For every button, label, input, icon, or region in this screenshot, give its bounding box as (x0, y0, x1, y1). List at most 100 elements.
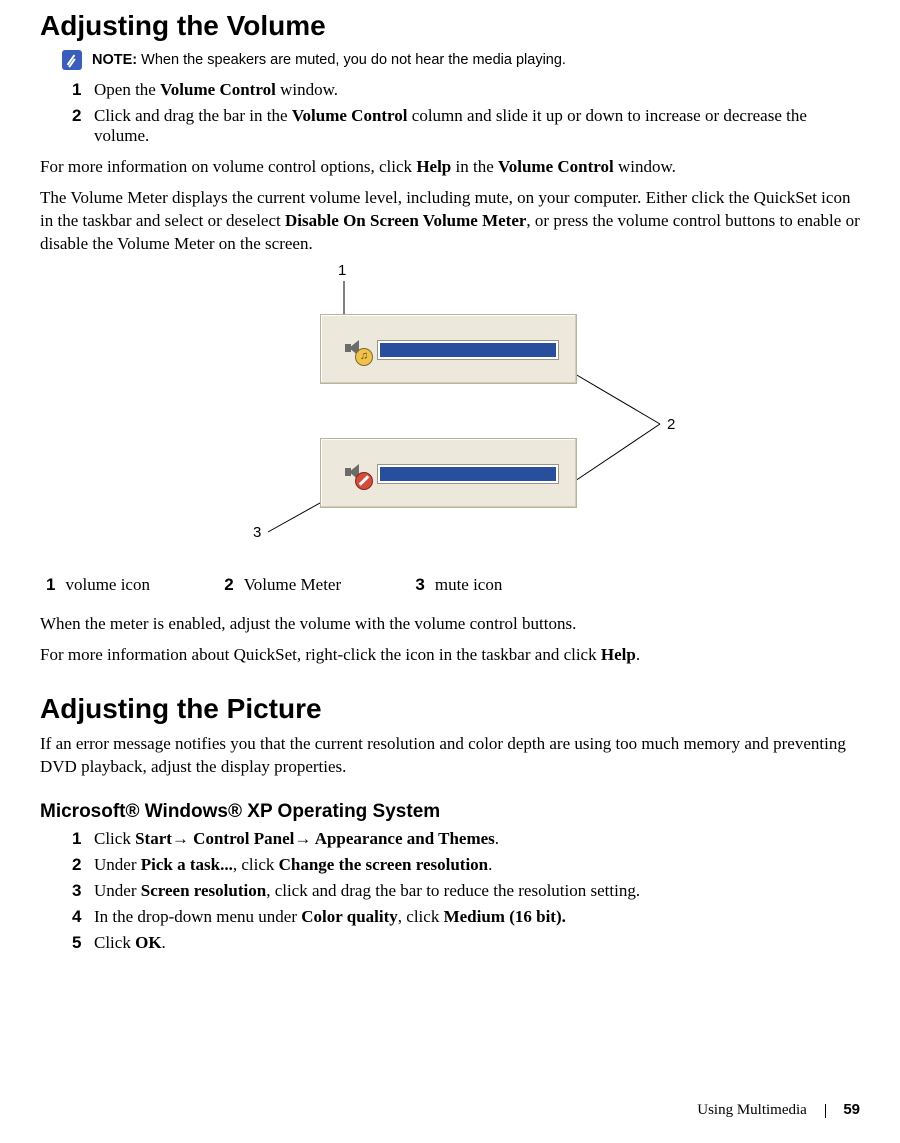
text: Under (94, 855, 141, 874)
arrow-icon: → (172, 829, 189, 848)
step-body: Open the Volume Control window. (94, 80, 860, 100)
step-2: 2 Click and drag the bar in the Volume C… (72, 106, 860, 146)
legend-text: Volume Meter (244, 575, 341, 594)
bold-text: Volume Control (160, 80, 276, 99)
bold-text: Color quality (301, 907, 398, 926)
text: , click (398, 907, 444, 926)
text: window. (614, 157, 676, 176)
bold-text: OK (135, 933, 161, 952)
note-row: NOTE: When the speakers are muted, you d… (62, 50, 860, 70)
legend-number: 2 (224, 575, 233, 594)
paragraph: When the meter is enabled, adjust the vo… (40, 613, 860, 636)
steps-volume: 1 Open the Volume Control window. 2 Clic… (72, 80, 860, 146)
step-number: 5 (72, 933, 94, 953)
heading-windows-xp: Microsoft® Windows® XP Operating System (40, 801, 860, 823)
bold-text: Volume Control (292, 106, 408, 125)
paragraph: If an error message notifies you that th… (40, 733, 860, 779)
callout-1: 1 (338, 262, 346, 279)
figure-legend: 1 volume icon 2 Volume Meter 3 mute icon (46, 575, 860, 595)
text: . (488, 855, 492, 874)
bold-text: Start (135, 829, 172, 848)
volume-icon: ♫ (343, 334, 373, 364)
paragraph: The Volume Meter displays the current vo… (40, 187, 860, 256)
paragraph: For more information about QuickSet, rig… (40, 644, 860, 667)
mute-icon (355, 472, 373, 490)
note-prefix: NOTE: (92, 52, 137, 68)
text: In the drop-down menu under (94, 907, 301, 926)
volume-meter-track (377, 340, 559, 360)
text: . (162, 933, 166, 952)
step-number: 1 (72, 829, 94, 849)
bold-text: Screen resolution (141, 881, 266, 900)
text: in the (451, 157, 498, 176)
text: Under (94, 881, 141, 900)
step-number: 2 (72, 855, 94, 875)
music-note-icon: ♫ (355, 348, 373, 366)
text: . (495, 829, 499, 848)
callout-2: 2 (667, 416, 675, 433)
step-body: Click and drag the bar in the Volume Con… (94, 106, 860, 146)
text: window. (276, 80, 338, 99)
step-body: Under Pick a task..., click Change the s… (94, 855, 860, 875)
step-3: 3 Under Screen resolution, click and dra… (72, 881, 860, 901)
text: For more information about QuickSet, rig… (40, 645, 601, 664)
note-icon-wrap (62, 50, 82, 70)
legend-item-2: 2 Volume Meter (224, 575, 341, 595)
paragraph: For more information on volume control o… (40, 156, 860, 179)
legend-number: 3 (415, 575, 424, 594)
step-number: 3 (72, 881, 94, 901)
legend-item-1: 1 volume icon (46, 575, 150, 595)
step-body: In the drop-down menu under Color qualit… (94, 907, 860, 927)
text: Click (94, 829, 135, 848)
legend-number: 1 (46, 575, 55, 594)
step-body: Click Start→ Control Panel→ Appearance a… (94, 829, 860, 849)
legend-item-3: 3 mute icon (415, 575, 502, 595)
step-2: 2 Under Pick a task..., click Change the… (72, 855, 860, 875)
volume-meter-fill (380, 467, 556, 481)
step-5: 5 Click OK. (72, 933, 860, 953)
step-number: 2 (72, 106, 94, 146)
bold-text: Pick a task... (141, 855, 233, 874)
page: Adjusting the Volume NOTE: When the spea… (0, 0, 900, 1143)
step-1: 1 Open the Volume Control window. (72, 80, 860, 100)
page-footer: Using Multimedia 59 (697, 1101, 860, 1119)
text: , click (233, 855, 279, 874)
bold-text: Control Panel (189, 829, 294, 848)
bold-text: Appearance and Themes (311, 829, 494, 848)
legend-text: mute icon (435, 575, 503, 594)
heading-adjusting-picture: Adjusting the Picture (40, 693, 860, 725)
volume-icon-muted (343, 458, 373, 488)
bold-text: Change the screen resolution (279, 855, 489, 874)
step-4: 4 In the drop-down menu under Color qual… (72, 907, 860, 927)
volume-meter-fill (380, 343, 556, 357)
bold-text: Medium (16 bit). (444, 907, 566, 926)
text: , click and drag the bar to reduce the r… (266, 881, 640, 900)
footer-separator (825, 1104, 826, 1118)
volume-meter-box-playing: ♫ (320, 314, 577, 384)
arrow-icon: → (294, 829, 311, 848)
text: . (636, 645, 640, 664)
volume-meter-box-muted (320, 438, 577, 508)
footer-section: Using Multimedia (697, 1102, 807, 1118)
step-number: 1 (72, 80, 94, 100)
volume-meter-track (377, 464, 559, 484)
bold-text: Help (601, 645, 636, 664)
step-number: 4 (72, 907, 94, 927)
step-body: Under Screen resolution, click and drag … (94, 881, 860, 901)
steps-picture: 1 Click Start→ Control Panel→ Appearance… (72, 829, 860, 953)
page-number: 59 (843, 1101, 860, 1118)
step-body: Click OK. (94, 933, 860, 953)
volume-meter-figure: 1 2 3 ♫ (100, 266, 800, 561)
bold-text: Help (416, 157, 451, 176)
note-text: When the speakers are muted, you do not … (137, 52, 566, 68)
text: Open the (94, 80, 160, 99)
callout-lines (100, 266, 800, 561)
text: For more information on volume control o… (40, 157, 416, 176)
note-pencil-icon (62, 50, 82, 70)
bold-text: Disable On Screen Volume Meter (285, 211, 526, 230)
heading-adjusting-volume: Adjusting the Volume (40, 10, 860, 42)
text: Click and drag the bar in the (94, 106, 292, 125)
callout-3: 3 (253, 524, 261, 541)
bold-text: Volume Control (498, 157, 614, 176)
legend-text: volume icon (65, 575, 150, 594)
